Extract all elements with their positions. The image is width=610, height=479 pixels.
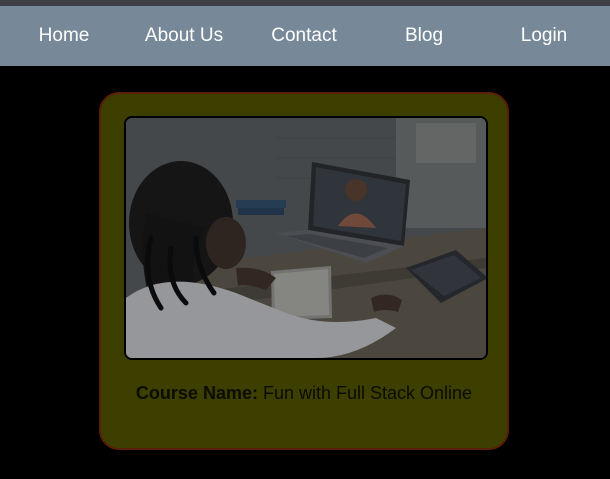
course-image [124,116,488,360]
nav-link-about-us[interactable]: About Us [134,6,234,66]
nav-link-blog[interactable]: Blog [384,6,464,66]
course-illustration [126,118,486,358]
course-name-value: Fun with Full Stack Online [262,383,473,403]
nav-link-login[interactable]: Login [504,6,584,66]
course-name-label: Course Name: [135,383,258,403]
nav-link-contact[interactable]: Contact [259,6,349,66]
navigation-bar: Home About Us Contact Blog Login [0,6,610,66]
course-caption: Course Name: Fun with Full Stack Online [99,383,509,404]
nav-link-home[interactable]: Home [19,6,109,66]
